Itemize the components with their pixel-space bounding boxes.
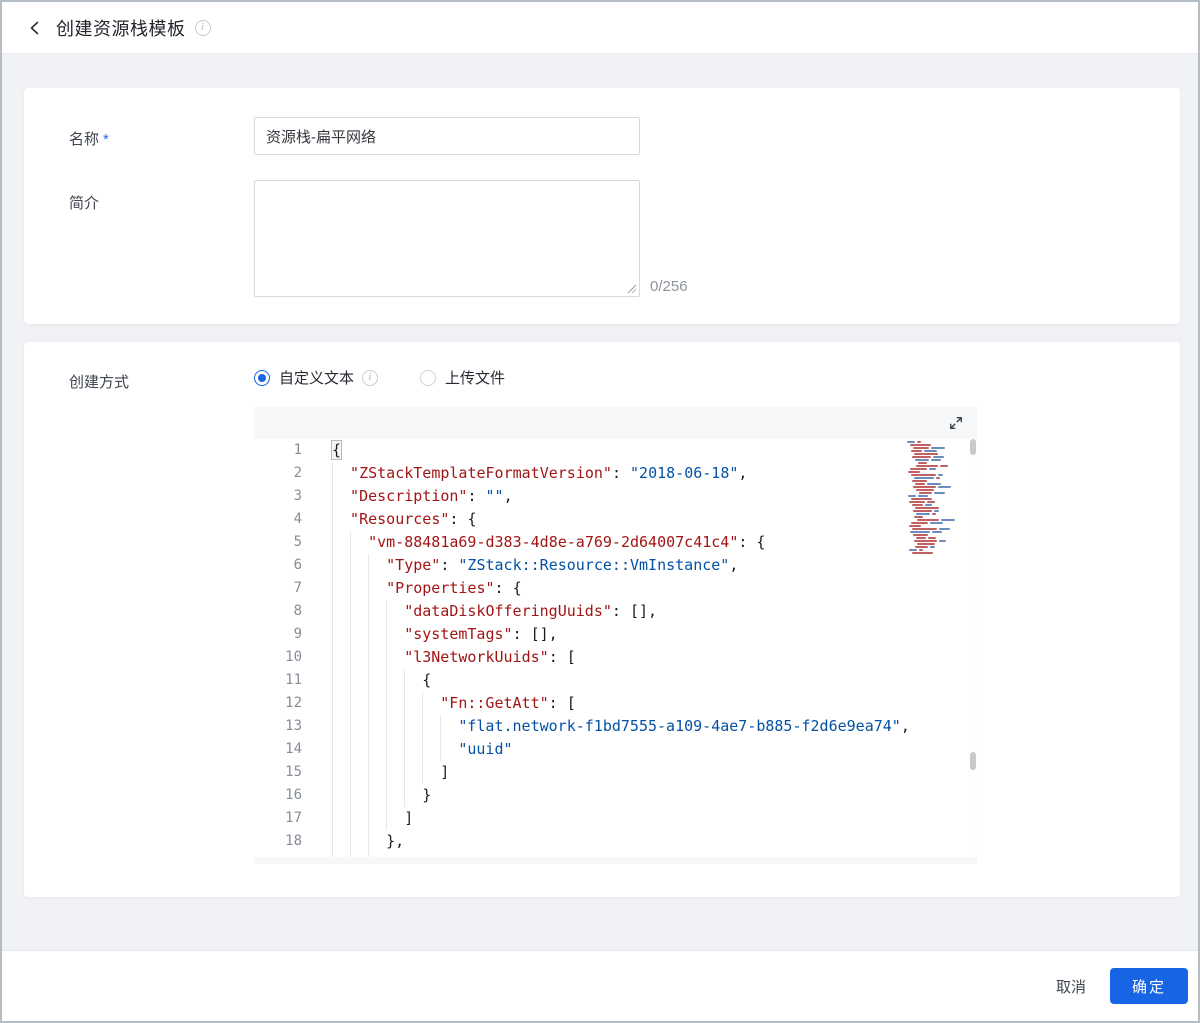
expand-icon [950, 417, 963, 430]
code-line: 8 "dataDiskOfferingUuids": [], [254, 600, 907, 623]
line-number: 19 [254, 853, 302, 857]
line-number: 14 [285, 741, 302, 757]
code-line: 19"DependsOn": [ [254, 853, 907, 857]
back-button[interactable] [24, 17, 46, 39]
code-line: 17] [254, 807, 907, 830]
line-number: 2 [293, 465, 302, 481]
footer-bar: 取消 确定 [2, 950, 1198, 1021]
code-line: 7 "Properties": { [254, 577, 907, 600]
chevron-left-icon [30, 21, 39, 34]
name-input[interactable] [254, 117, 640, 155]
line-number: 4 [293, 511, 302, 527]
radio-option-1[interactable]: 上传文件 [420, 367, 505, 388]
option-info-icon[interactable]: i [362, 369, 379, 386]
line-number: 3 [293, 488, 302, 504]
page-title: 创建资源栈模板 [56, 18, 186, 39]
basic-info-card: 名称* 简介 0/256 [24, 88, 1180, 324]
radio-circle-icon [254, 369, 270, 386]
method-radio-group: 自定义文本 i 上传文件 [254, 367, 547, 388]
editor-scrollbar[interactable] [969, 439, 977, 857]
cancel-button[interactable]: 取消 [1042, 968, 1100, 1005]
code-line: 16} [254, 784, 907, 807]
line-number: 15 [285, 764, 302, 780]
description-textarea[interactable] [254, 180, 640, 297]
line-number: 6 [293, 557, 302, 573]
code-line: 11{ [254, 669, 907, 692]
editor-body[interactable]: 1{2 "ZStackTemplateFormatVersion": "2018-… [254, 439, 977, 857]
code-line: 12 "Fn::GetAtt": [ [254, 692, 907, 715]
create-resource-stack-template-page: 创建资源栈模板 i 名称* 简介 0/256 创建方式 自定义文本 i 上传文件 [0, 0, 1200, 1023]
name-label: 名称 * [69, 131, 109, 148]
line-number: 12 [285, 695, 302, 711]
method-label: 创建方式 [69, 374, 130, 391]
code-line: 18}, [254, 830, 907, 853]
code-line: 4 "Resources": { [254, 508, 907, 531]
line-number: 10 [285, 649, 302, 665]
description-label: 简介 [69, 195, 100, 212]
line-number: 13 [285, 718, 302, 734]
radio-option-label: 自定义文本 [279, 370, 355, 387]
code-view: 1{2 "ZStackTemplateFormatVersion": "2018-… [254, 439, 907, 857]
editor-minimap[interactable] [907, 439, 969, 857]
line-number: 17 [285, 810, 302, 826]
code-line: 14 "uuid" [254, 738, 907, 761]
radio-option-label: 上传文件 [445, 370, 506, 387]
editor-toolbar [254, 407, 977, 439]
line-number: 5 [293, 534, 302, 550]
template-code-editor: 1{2 "ZStackTemplateFormatVersion": "2018-… [254, 407, 977, 864]
code-line: 15] [254, 761, 907, 784]
creation-method-card: 创建方式 自定义文本 i 上传文件 1{2 "ZStackTemplateFor… [24, 342, 1180, 897]
line-number: 16 [285, 787, 302, 803]
expand-editor-button[interactable] [947, 414, 965, 432]
code-line: 10 "l3NetworkUuids": [ [254, 646, 907, 669]
code-line: 1{ [254, 439, 907, 462]
scrollbar-thumb[interactable] [970, 439, 976, 455]
code-line: 3 "Description": "", [254, 485, 907, 508]
line-number: 11 [285, 672, 302, 688]
code-line: 13 "flat.network-f1bd7555-a109-4ae7-b885-… [254, 715, 907, 738]
resize-handle-icon[interactable] [626, 283, 636, 293]
code-line: 9 "systemTags": [], [254, 623, 907, 646]
line-number: 1 [293, 442, 302, 458]
line-number: 8 [293, 603, 302, 619]
line-number: 18 [285, 833, 302, 849]
radio-option-0[interactable]: 自定义文本 i [254, 367, 379, 388]
title-info-icon[interactable]: i [194, 19, 211, 36]
code-line: 5 "vm-88481a69-d383-4d8e-a769-2d64007c41c… [254, 531, 907, 554]
code-line: 2 "ZStackTemplateFormatVersion": "2018-06… [254, 462, 907, 485]
page-header: 创建资源栈模板 i [2, 2, 1198, 54]
radio-circle-icon [420, 369, 437, 386]
line-number: 9 [293, 626, 302, 642]
scrollbar-mark [970, 752, 976, 770]
required-mark: * [103, 131, 109, 148]
code-line: 6 "Type": "ZStack::Resource::VmInstance", [254, 554, 907, 577]
char-counter: 0/256 [650, 278, 688, 295]
confirm-button[interactable]: 确定 [1110, 968, 1188, 1004]
line-number: 7 [293, 580, 302, 596]
